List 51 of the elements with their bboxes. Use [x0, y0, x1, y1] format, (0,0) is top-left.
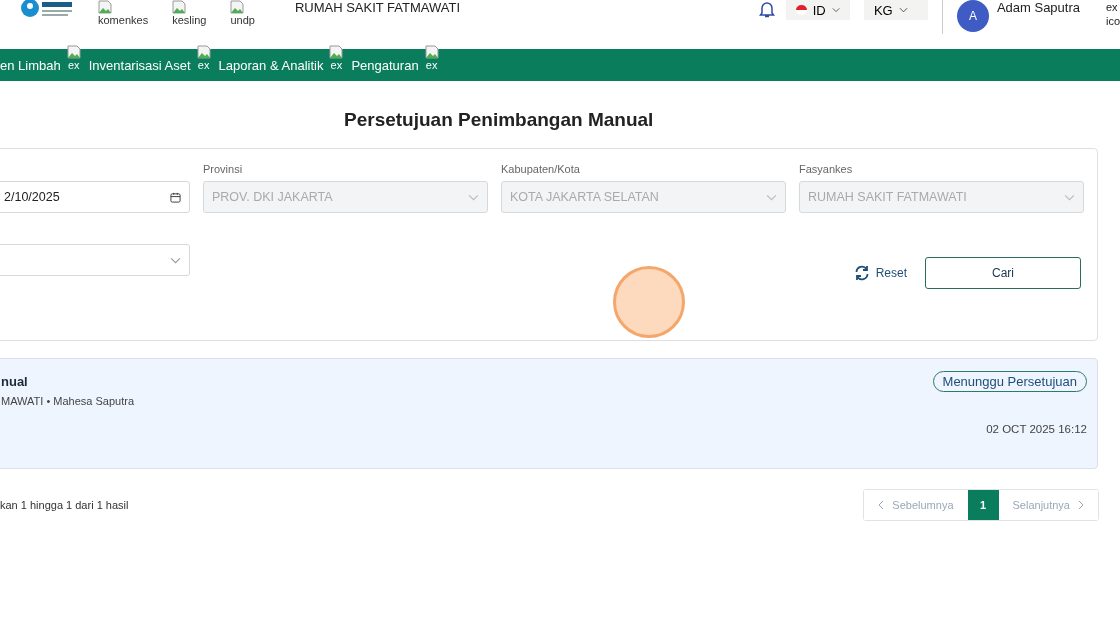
- chevron-down-icon: [831, 7, 840, 13]
- partner-logo-alt-text: undp: [230, 14, 255, 26]
- result-title: nual: [1, 374, 28, 389]
- user-name: Adam Saputra: [996, 0, 1080, 15]
- date-field[interactable]: 2/10/2025: [0, 181, 190, 213]
- broken-image-alt-text: ex: [1106, 0, 1119, 14]
- broken-image-icon: [329, 45, 344, 59]
- result-meta: MAWATI • Mahesa Saputra: [1, 395, 136, 407]
- nav-menu-item[interactable]: Laporan & Analitik: [218, 57, 324, 73]
- language-dropdown[interactable]: ID: [785, 0, 850, 20]
- select-field[interactable]: [0, 244, 190, 276]
- chevron-down-icon: [766, 193, 777, 201]
- result-datetime: 02 OCT 2025 16:12: [986, 423, 1087, 435]
- partner-logo-alt-text: kesling: [172, 14, 207, 26]
- broken-image-icon: [196, 45, 211, 59]
- user-avatar[interactable]: A: [956, 0, 989, 32]
- facility-name: RUMAH SAKIT FATMAWATI: [294, 0, 461, 15]
- broken-image-icon: [98, 0, 112, 14]
- field-label: Kabupaten/Kota: [501, 163, 581, 177]
- reset-button[interactable]: Reset: [853, 265, 907, 281]
- chevron-left-icon: [878, 500, 885, 510]
- chevron-down-icon: [1064, 193, 1075, 201]
- chevron-down-icon: [898, 7, 908, 13]
- broken-image-icon: [66, 45, 81, 59]
- unit-dropdown[interactable]: KG: [863, 0, 928, 20]
- nav-menu-item[interactable]: en Limbah: [0, 57, 61, 73]
- chevron-down-icon: [468, 193, 479, 201]
- chevron-down-icon: [170, 256, 181, 264]
- broken-image-alt-text: ex: [425, 59, 438, 71]
- results-summary: kan 1 hingga 1 dari 1 hasil: [0, 499, 129, 511]
- broken-image-alt-text: ex: [197, 59, 210, 71]
- broken-image-alt-text: ico: [1106, 14, 1120, 28]
- broken-image-alt-text: ex: [330, 59, 343, 71]
- refresh-icon: [853, 265, 870, 281]
- broken-image-icon: [172, 0, 187, 14]
- page-number-button[interactable]: 1: [967, 490, 999, 520]
- field-label: Fasyankes: [799, 163, 854, 177]
- chevron-right-icon: [1078, 500, 1084, 510]
- broken-image-alt-text: ex: [67, 59, 80, 71]
- partner-logo-alt-text: komenkes: [98, 14, 149, 26]
- broken-image-icon: [230, 0, 245, 14]
- flag-icon: [795, 5, 807, 15]
- nav-menu-item[interactable]: Inventarisasi Aset: [88, 57, 191, 73]
- bell-icon[interactable]: [758, 0, 775, 18]
- broken-image-icon: [424, 45, 439, 59]
- field-label: Provinsi: [203, 163, 244, 177]
- nav-menu-item[interactable]: Pengaturan: [351, 57, 419, 73]
- calendar-icon: [170, 191, 181, 203]
- page-title: Persetujuan Penimbangan Manual: [343, 109, 655, 131]
- result-card[interactable]: nual Menunggu Persetujuan MAWATI • Mahesa Saputra 02 OCT 2025 16:12: [0, 358, 1098, 469]
- search-button[interactable]: Cari: [925, 257, 1081, 289]
